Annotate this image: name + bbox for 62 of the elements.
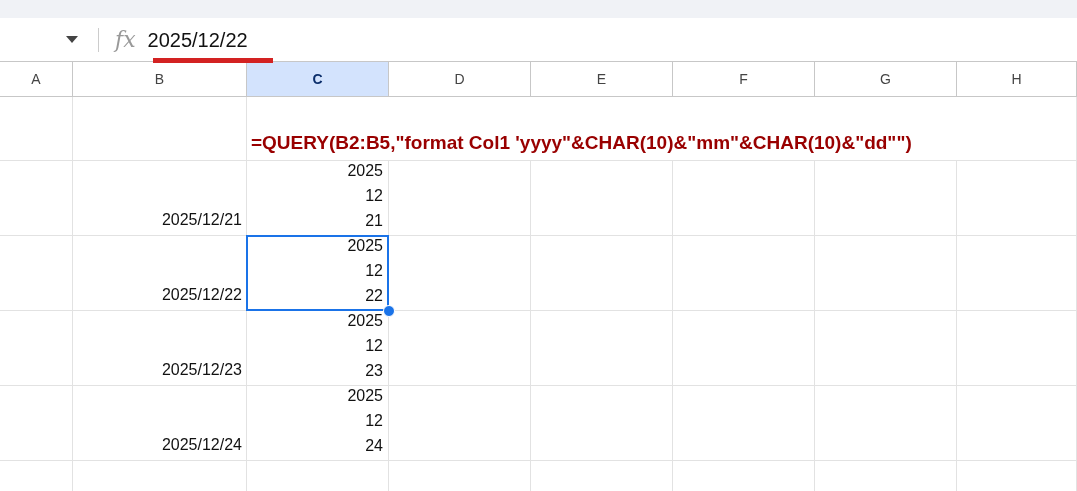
function-label: fx	[115, 26, 136, 54]
cell-line: 12	[365, 186, 383, 206]
column-header[interactable]: D	[389, 62, 531, 97]
grid-cell[interactable]	[389, 311, 531, 386]
cell-line: 2025	[347, 386, 383, 406]
column-header[interactable]: C	[247, 62, 389, 97]
cell-line: 22	[365, 286, 383, 306]
formula-input[interactable]: 2025/12/22	[147, 24, 448, 55]
cell-line: 2025	[347, 311, 383, 331]
column-header[interactable]: G	[815, 62, 957, 97]
grid-cell[interactable]	[531, 161, 673, 236]
date-cell-text: 2025/12/21	[161, 210, 242, 230]
grid-cell[interactable]: 2025/12/24	[73, 386, 247, 461]
date-cell-text: 2025/12/22	[161, 285, 242, 305]
grid-cell[interactable]	[957, 311, 1077, 386]
grid-cell[interactable]	[957, 386, 1077, 461]
grid-cell[interactable]	[0, 97, 73, 161]
cell-line: 12	[365, 411, 383, 431]
grid-cell[interactable]	[673, 161, 815, 236]
grid-cell[interactable]	[0, 311, 73, 386]
grid-cell[interactable]	[0, 386, 73, 461]
column-header[interactable]: H	[957, 62, 1077, 97]
grid-cell[interactable]	[815, 161, 957, 236]
grid-cell[interactable]	[815, 236, 957, 311]
grid-cell[interactable]: 2025/12/22	[73, 236, 247, 311]
cell-line: 21	[365, 211, 383, 231]
grid-cell[interactable]	[0, 236, 73, 311]
grid-cell[interactable]	[73, 97, 247, 161]
grid-cell[interactable]	[0, 161, 73, 236]
cell-line: 2025	[347, 161, 383, 181]
grid-cell[interactable]	[815, 386, 957, 461]
column-header[interactable]: F	[673, 62, 815, 97]
grid-cell[interactable]	[673, 386, 815, 461]
cell-line: 12	[365, 261, 383, 281]
query-result-cell[interactable]: 2025 12 22	[246, 235, 389, 311]
grid-cell[interactable]	[531, 311, 673, 386]
date-cell-text: 2025/12/23	[161, 360, 242, 380]
grid-cell[interactable]	[673, 311, 815, 386]
date-cell-text: 2025/12/24	[161, 435, 242, 455]
cell-line: 23	[365, 361, 383, 381]
column-header[interactable]: A	[0, 62, 73, 97]
grid-cell[interactable]	[389, 161, 531, 236]
grid-cell[interactable]	[957, 236, 1077, 311]
query-result-cell[interactable]: 2025 12 24	[247, 386, 388, 460]
column-header[interactable]: B	[73, 62, 247, 97]
column-header[interactable]: E	[531, 62, 673, 97]
grid-cell[interactable]	[389, 386, 531, 461]
grid-cell[interactable]: 2025/12/23	[73, 311, 247, 386]
grid-cell[interactable]	[957, 161, 1077, 236]
grid-cell[interactable]	[673, 236, 815, 311]
cell-line: 12	[365, 336, 383, 356]
fill-handle[interactable]	[383, 305, 395, 317]
query-result-cell[interactable]: 2025 12 21	[247, 161, 388, 235]
cell-line: 24	[365, 436, 383, 456]
formula-cell[interactable]: =QUERY(B2:B5,"format Col1 'yyyy"&CHAR(10)&"mm"&CHAR(10)&"dd"")	[247, 97, 1077, 161]
dropdown-caret-icon[interactable]	[66, 36, 78, 43]
cell-line: 2025	[347, 236, 383, 256]
grid-cell[interactable]	[531, 386, 673, 461]
query-result-cell[interactable]: 2025 12 23	[247, 311, 388, 385]
grid-cell[interactable]: 2025/12/21	[73, 161, 247, 236]
grid-cell[interactable]	[531, 236, 673, 311]
grid-cell[interactable]	[815, 311, 957, 386]
